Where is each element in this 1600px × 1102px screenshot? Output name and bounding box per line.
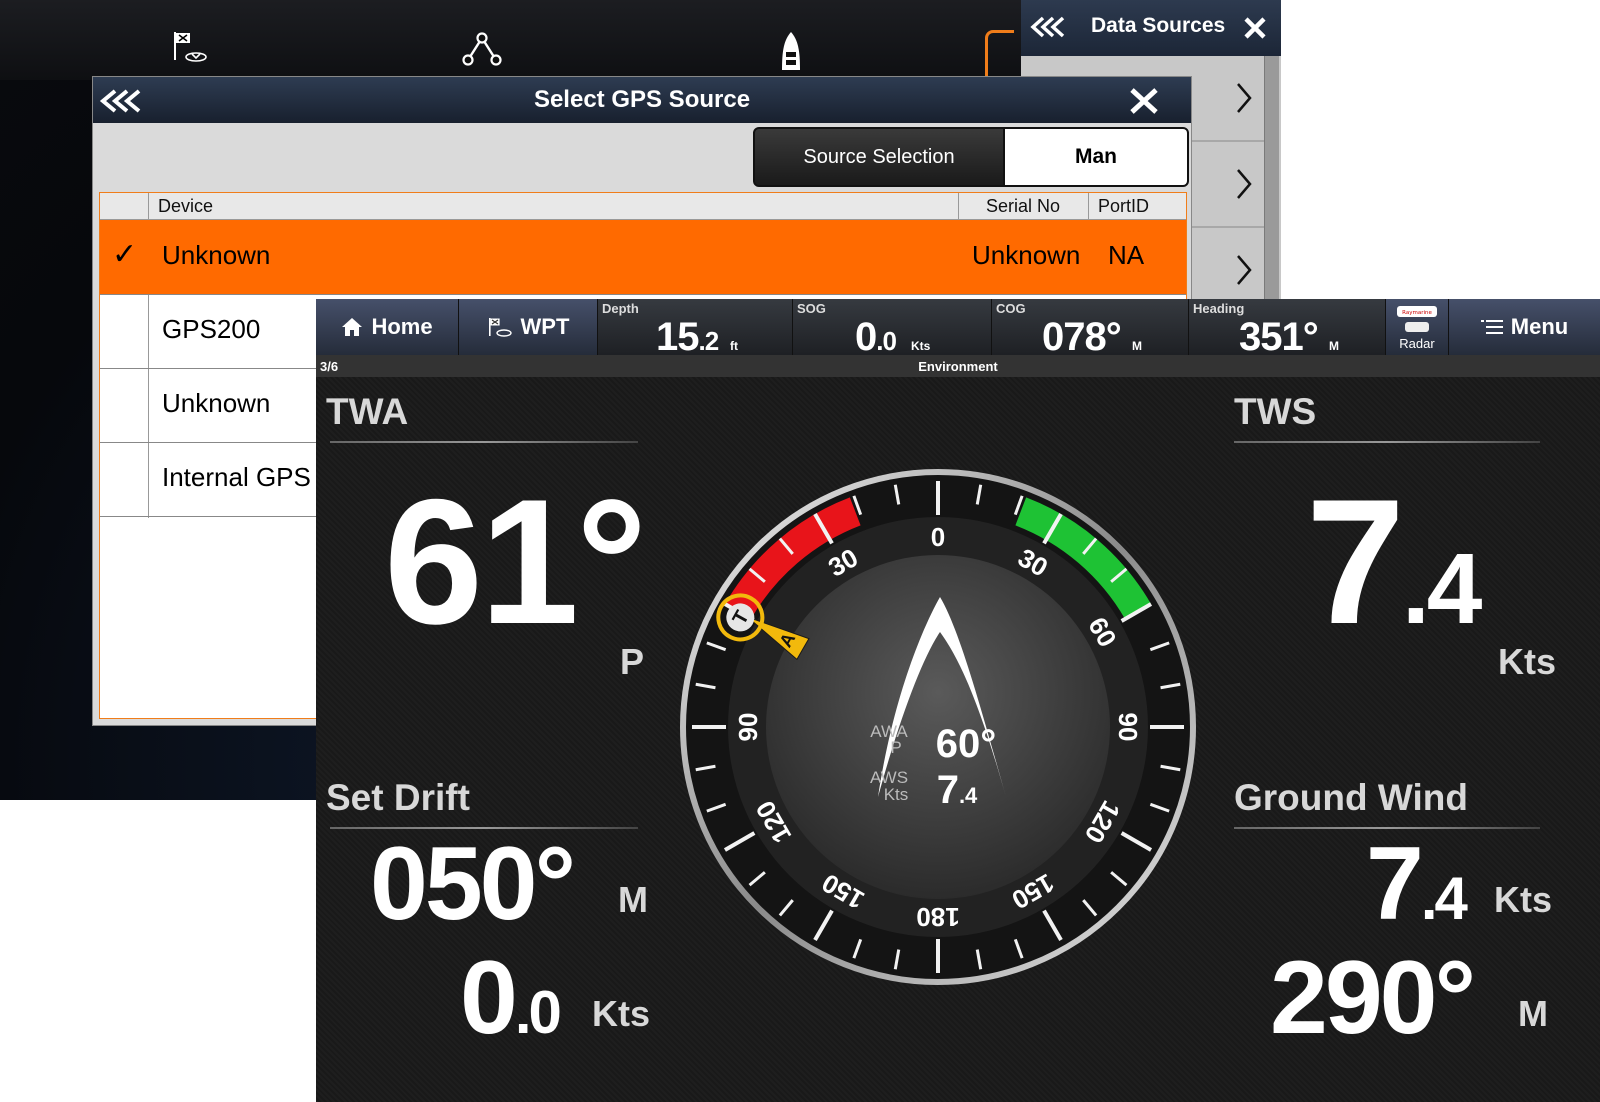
table-header: Device Serial No PortID bbox=[100, 193, 1186, 220]
twa-label: TWA bbox=[326, 391, 409, 432]
port-id: NA bbox=[1108, 240, 1145, 270]
ground-wind-speed: 7.4 bbox=[1366, 826, 1468, 942]
heading-value: 351° bbox=[1239, 315, 1319, 359]
ground-wind-direction-unit: M bbox=[1518, 993, 1548, 1034]
dial-label: 90 bbox=[1113, 713, 1143, 742]
ground-wind-label: Ground Wind bbox=[1234, 777, 1468, 818]
data-bar: Home WPT Depth 15.2 ft SOG 0.0 Kts COG 0… bbox=[316, 299, 1600, 359]
device-name: Unknown bbox=[162, 240, 271, 270]
close-icon[interactable] bbox=[1243, 16, 1267, 45]
radar-button[interactable]: Raymarine Radar bbox=[1386, 299, 1449, 355]
dial-label: 180 bbox=[916, 902, 959, 932]
drift-value: 0.0 bbox=[460, 940, 562, 1056]
awa-value: 60° bbox=[936, 722, 997, 766]
depth-label: Depth bbox=[602, 301, 639, 316]
chevron-right-icon bbox=[1236, 254, 1252, 291]
heading-label: Heading bbox=[1193, 301, 1245, 316]
depth-databox[interactable]: Depth 15.2 ft bbox=[598, 299, 793, 359]
home-button[interactable]: Home bbox=[316, 299, 459, 355]
environment-panel: TWA 61° P TWS 7.4 Kts Set Drift 050° M 0… bbox=[316, 377, 1600, 1102]
sog-unit: Kts bbox=[911, 339, 931, 353]
device-name: Internal GPS bbox=[162, 462, 311, 492]
cog-unit: M bbox=[1132, 339, 1142, 353]
close-icon[interactable] bbox=[1129, 87, 1159, 120]
page-bar: 3/6 Environment bbox=[316, 355, 1600, 377]
set-value: 050° bbox=[370, 826, 576, 942]
depth-unit: ft bbox=[730, 339, 738, 353]
tws-label: TWS bbox=[1234, 391, 1317, 432]
awa-label: AWA bbox=[870, 722, 908, 741]
menu-button[interactable]: Menu bbox=[1449, 299, 1600, 355]
serial-number: Unknown bbox=[972, 240, 1081, 270]
depth-value: 15.2 bbox=[656, 315, 719, 359]
dial-label: 0 bbox=[931, 522, 945, 552]
gps-dialog-header: Select GPS Source bbox=[93, 77, 1191, 123]
device-name: GPS200 bbox=[162, 314, 261, 344]
column-header-device: Device bbox=[158, 196, 214, 216]
ground-wind-direction: 290° bbox=[1270, 940, 1476, 1056]
route-icon[interactable] bbox=[460, 28, 504, 73]
dial-label: 90 bbox=[733, 713, 763, 742]
selection-mode-toggle: Source Selection Man bbox=[753, 127, 1189, 187]
column-header-port: PortID bbox=[1098, 196, 1150, 216]
waypoint-label: WPT bbox=[520, 314, 570, 339]
tws-value: 7.4 bbox=[1306, 462, 1482, 661]
heading-unit: M bbox=[1329, 339, 1339, 353]
column-header-serial: Serial No bbox=[986, 196, 1061, 216]
data-sources-title: Data Sources bbox=[1091, 14, 1226, 37]
menu-icon bbox=[1480, 320, 1503, 334]
gps-dialog-title: Select GPS Source bbox=[533, 86, 751, 113]
triple-chevron-left-icon[interactable] bbox=[1029, 16, 1071, 43]
twa-side: P bbox=[620, 641, 645, 682]
data-sources-scrollbar[interactable] bbox=[1264, 56, 1279, 305]
ground-wind-speed-unit: Kts bbox=[1494, 879, 1553, 920]
page-name: Environment bbox=[918, 359, 998, 374]
chevron-right-icon bbox=[1236, 82, 1252, 119]
radar-label: Radar bbox=[1399, 335, 1435, 351]
device-name: Unknown bbox=[162, 388, 271, 418]
sog-label: SOG bbox=[797, 301, 826, 316]
active-tab-indicator bbox=[985, 30, 1014, 77]
wind-dial: 03060901201501801501209030 A T AWA P 60°… bbox=[680, 469, 1196, 985]
sog-value: 0.0 bbox=[855, 315, 897, 359]
tws-unit: Kts bbox=[1498, 641, 1557, 682]
selected-check: ✓ bbox=[112, 238, 138, 271]
table-row[interactable]: ✓ Unknown Unknown NA bbox=[100, 220, 1186, 295]
cog-label: COG bbox=[996, 301, 1026, 316]
cog-value: 078° bbox=[1042, 315, 1122, 359]
radar-icon: Raymarine bbox=[1397, 305, 1437, 332]
drift-unit: Kts bbox=[592, 993, 651, 1034]
chevron-right-icon bbox=[1236, 168, 1252, 205]
data-sources-header: Data Sources bbox=[1021, 0, 1281, 56]
set-drift-label: Set Drift bbox=[326, 777, 470, 818]
chart-toolbar bbox=[0, 0, 1025, 80]
svg-text:Raymarine: Raymarine bbox=[1402, 310, 1432, 316]
heading-databox[interactable]: Heading 351° M bbox=[1189, 299, 1386, 359]
waypoint-button[interactable]: WPT bbox=[459, 299, 598, 355]
awa-side: P bbox=[890, 738, 901, 757]
waypoint-flag-icon bbox=[488, 318, 512, 337]
home-label: Home bbox=[371, 314, 433, 339]
aws-unit: Kts bbox=[884, 785, 909, 804]
set-unit: M bbox=[618, 879, 648, 920]
cog-databox[interactable]: COG 078° M bbox=[992, 299, 1189, 359]
source-selection-option[interactable]: Source Selection bbox=[755, 129, 1003, 185]
boat-icon[interactable] bbox=[780, 30, 802, 79]
instrument-display: Home WPT Depth 15.2 ft SOG 0.0 Kts COG 0… bbox=[316, 299, 1600, 1102]
waypoint-flag-icon[interactable] bbox=[170, 28, 210, 69]
manual-option[interactable]: Man bbox=[1005, 129, 1187, 185]
home-icon bbox=[342, 318, 363, 336]
menu-label: Menu bbox=[1510, 314, 1569, 339]
twa-value: 61° bbox=[384, 462, 647, 661]
sog-databox[interactable]: SOG 0.0 Kts bbox=[793, 299, 992, 359]
